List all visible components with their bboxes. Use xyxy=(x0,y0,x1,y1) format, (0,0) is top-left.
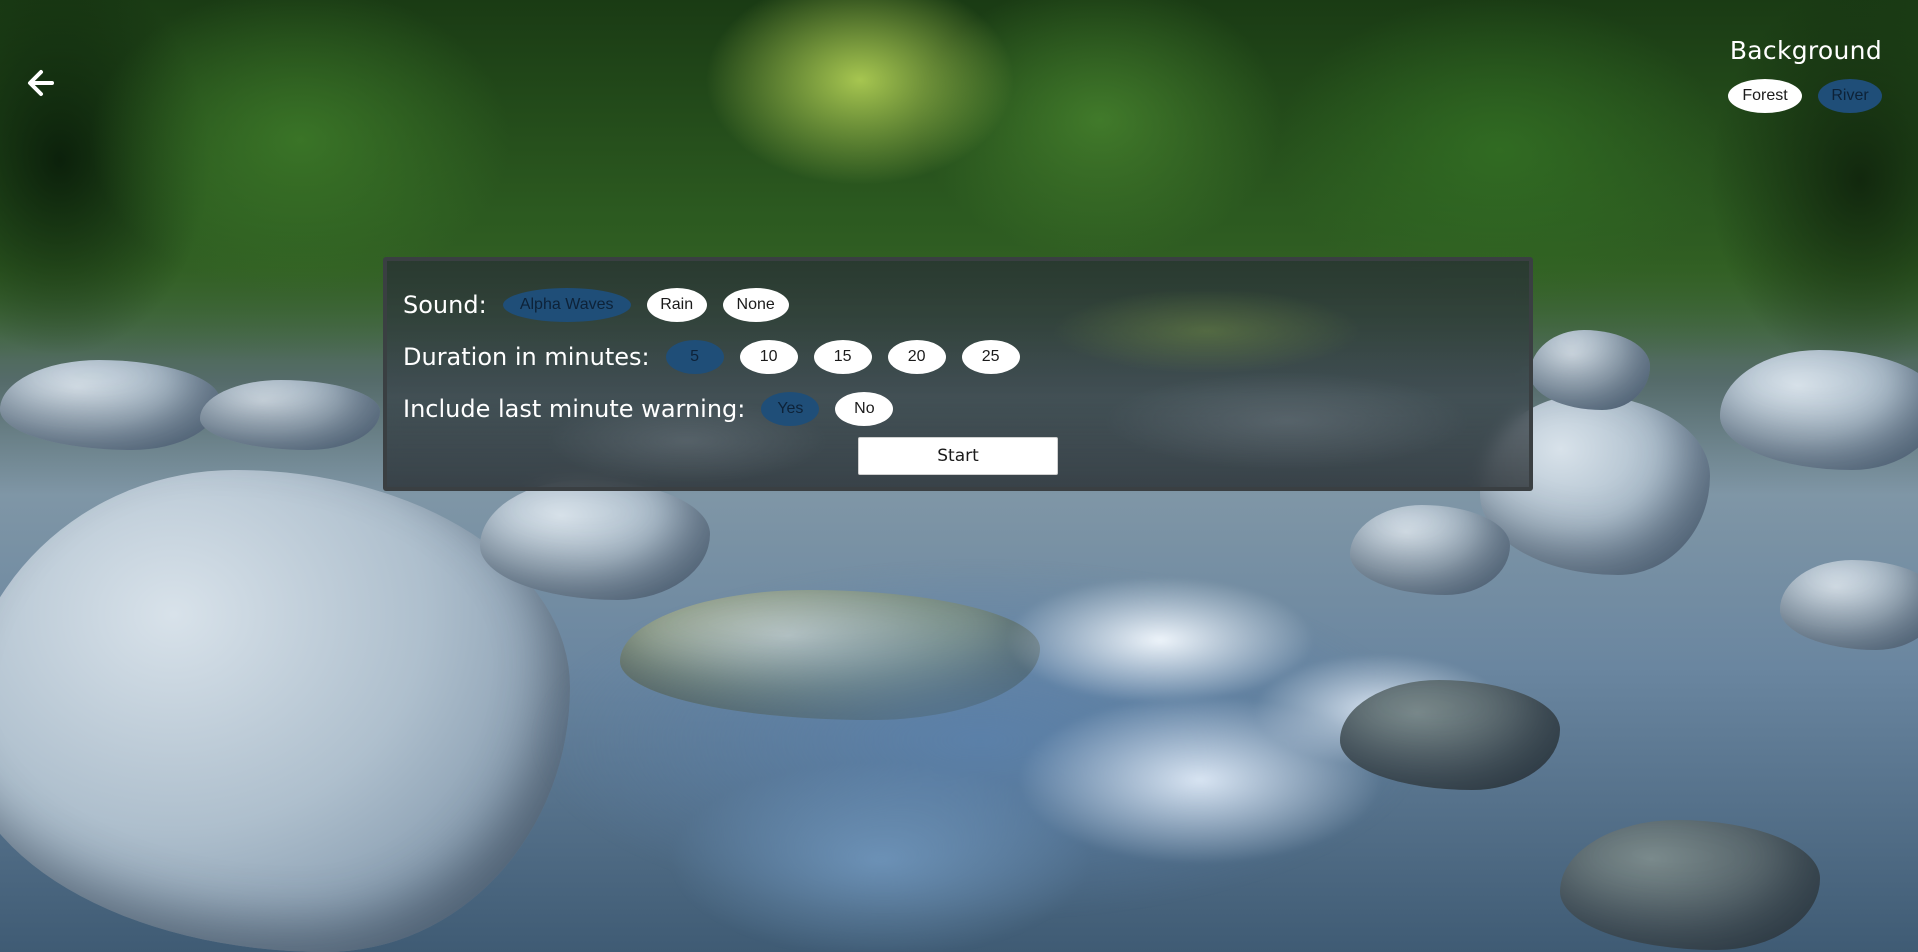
sound-option-alpha-waves[interactable]: Alpha Waves xyxy=(502,288,631,322)
start-button[interactable]: Start xyxy=(858,437,1058,475)
sound-row: Sound: Alpha Waves Rain None xyxy=(403,279,1513,331)
duration-options: 5 10 15 20 25 xyxy=(665,340,1020,374)
rock-right-dark xyxy=(1340,680,1560,790)
duration-option-25[interactable]: 25 xyxy=(961,340,1020,374)
rock-right-low xyxy=(1560,820,1820,950)
rock-right-back xyxy=(1530,330,1650,410)
warning-option-yes[interactable]: Yes xyxy=(761,392,820,426)
background-title: Background xyxy=(1729,36,1882,65)
rock-far-right xyxy=(1780,560,1918,650)
settings-panel: Sound: Alpha Waves Rain None Duration in… xyxy=(383,257,1533,491)
warning-label: Include last minute warning: xyxy=(403,395,746,423)
warning-options: Yes No xyxy=(761,392,894,426)
arrow-left-icon xyxy=(28,70,54,96)
duration-label: Duration in minutes: xyxy=(403,343,650,371)
sound-options: Alpha Waves Rain None xyxy=(502,288,789,322)
duration-option-20[interactable]: 20 xyxy=(887,340,946,374)
rock-right-mid xyxy=(1350,505,1510,595)
duration-row: Duration in minutes: 5 10 15 20 25 xyxy=(403,331,1513,383)
start-row: Start xyxy=(403,437,1513,475)
duration-option-15[interactable]: 15 xyxy=(813,340,872,374)
warning-row: Include last minute warning: Yes No xyxy=(403,383,1513,435)
duration-option-5[interactable]: 5 xyxy=(665,340,724,374)
rock-right-edge xyxy=(1720,350,1918,470)
background-selector: Background Forest River xyxy=(1728,36,1882,113)
background-option-river[interactable]: River xyxy=(1818,79,1882,113)
warning-option-no[interactable]: No xyxy=(835,392,894,426)
sound-option-rain[interactable]: Rain xyxy=(646,288,707,322)
sound-option-none[interactable]: None xyxy=(722,288,789,322)
background-options: Forest River xyxy=(1728,79,1882,113)
back-button[interactable] xyxy=(24,66,58,100)
rock-left-back xyxy=(200,380,380,450)
background-option-forest[interactable]: Forest xyxy=(1728,79,1802,113)
sound-label: Sound: xyxy=(403,291,487,319)
rock-left-small xyxy=(0,360,220,450)
duration-option-10[interactable]: 10 xyxy=(739,340,798,374)
